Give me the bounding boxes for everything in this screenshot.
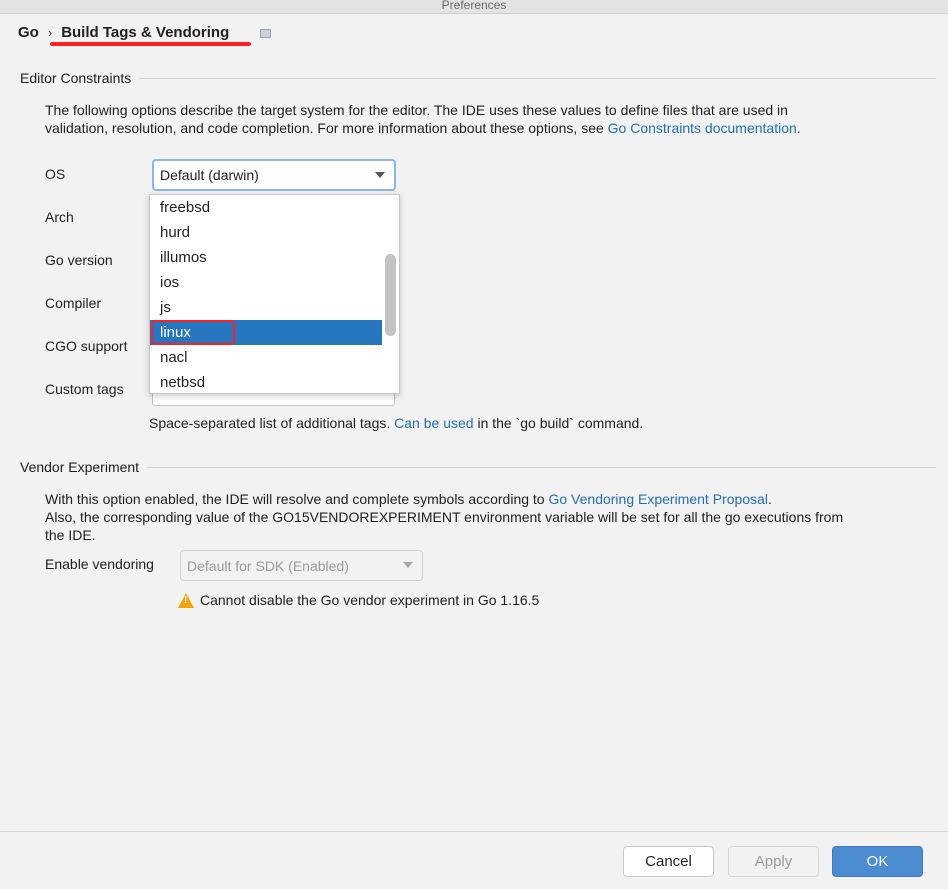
compiler-label: Compiler [45,295,102,311]
desc-line: The following options describe the targe… [45,102,788,118]
ok-button[interactable]: OK [832,846,923,877]
os-option-ios[interactable]: ios [150,270,382,295]
custom-tags-hint: Space-separated list of additional tags.… [149,414,643,432]
divider [147,466,936,468]
vendoring-proposal-link[interactable]: Go Vendoring Experiment Proposal [548,491,767,507]
breadcrumb-current: Build Tags & Vendoring [61,24,230,41]
window-title: Preferences [441,0,507,12]
go-constraints-docs-link[interactable]: Go Constraints documentation [608,120,797,136]
desc-line: the IDE. [45,527,96,543]
arch-label: Arch [45,209,74,225]
warning-triangle-icon: ! [178,592,194,608]
os-dropdown[interactable]: Default (darwin) [152,159,396,191]
desc-line: With this option enabled, the IDE will r… [45,491,549,507]
go-version-label: Go version [45,252,113,268]
os-option-netbsd[interactable]: netbsd [150,370,382,393]
window-title-bar: Preferences [0,0,948,14]
apply-button[interactable]: Apply [728,846,819,877]
desc-line: Also, the corresponding value of the GO1… [45,509,844,525]
red-underline-annotation [50,42,251,46]
can-be-used-link[interactable]: Can be used [394,415,473,431]
enable-vendoring-value: Default for SDK (Enabled) [187,558,349,574]
os-option-linux[interactable]: linux [150,320,382,345]
scrollbar-thumb[interactable] [385,254,396,336]
chevron-down-icon [403,562,413,568]
chevron-down-icon [375,172,385,178]
section-vendor-experiment: Vendor Experiment [20,459,936,475]
enable-vendoring-label: Enable vendoring [45,556,154,572]
editor-constraints-description: The following options describe the targe… [45,101,801,137]
section-editor-constraints: Editor Constraints [20,70,936,86]
cgo-support-label: CGO support [45,338,128,354]
os-option-freebsd[interactable]: freebsd [150,195,382,220]
os-option-js[interactable]: js [150,295,382,320]
divider [139,77,936,79]
desc-end: . [796,120,801,136]
breadcrumb: Go › Build Tags & Vendoring [18,24,229,41]
section-title: Editor Constraints [20,70,132,86]
vendor-warning: ! Cannot disable the Go vendor experimen… [178,592,539,608]
red-box-annotation [151,320,235,345]
breadcrumb-parent[interactable]: Go [18,24,39,41]
os-selected-value: Default (darwin) [160,167,259,183]
os-option-hurd[interactable]: hurd [150,220,382,245]
project-settings-icon [260,29,271,38]
os-option-illumos[interactable]: illumos [150,245,382,270]
os-dropdown-list[interactable]: freebsd hurd illumos ios js linux nacl n… [149,194,400,394]
warning-text: Cannot disable the Go vendor experiment … [200,592,540,608]
vendor-description: With this option enabled, the IDE will r… [45,490,935,544]
footer-divider [0,831,948,832]
section-title: Vendor Experiment [20,459,140,475]
breadcrumb-separator-icon: › [47,25,53,40]
os-option-nacl[interactable]: nacl [150,345,382,370]
hint-text: Space-separated list of additional tags. [149,415,395,431]
custom-tags-label: Custom tags [45,381,124,397]
desc-line: validation, resolution, and code complet… [45,120,608,136]
cancel-button[interactable]: Cancel [623,846,714,877]
hint-text: in the `go build` command. [473,415,644,431]
os-label: OS [45,166,66,182]
enable-vendoring-dropdown: Default for SDK (Enabled) [180,550,423,581]
desc-end: . [767,491,772,507]
